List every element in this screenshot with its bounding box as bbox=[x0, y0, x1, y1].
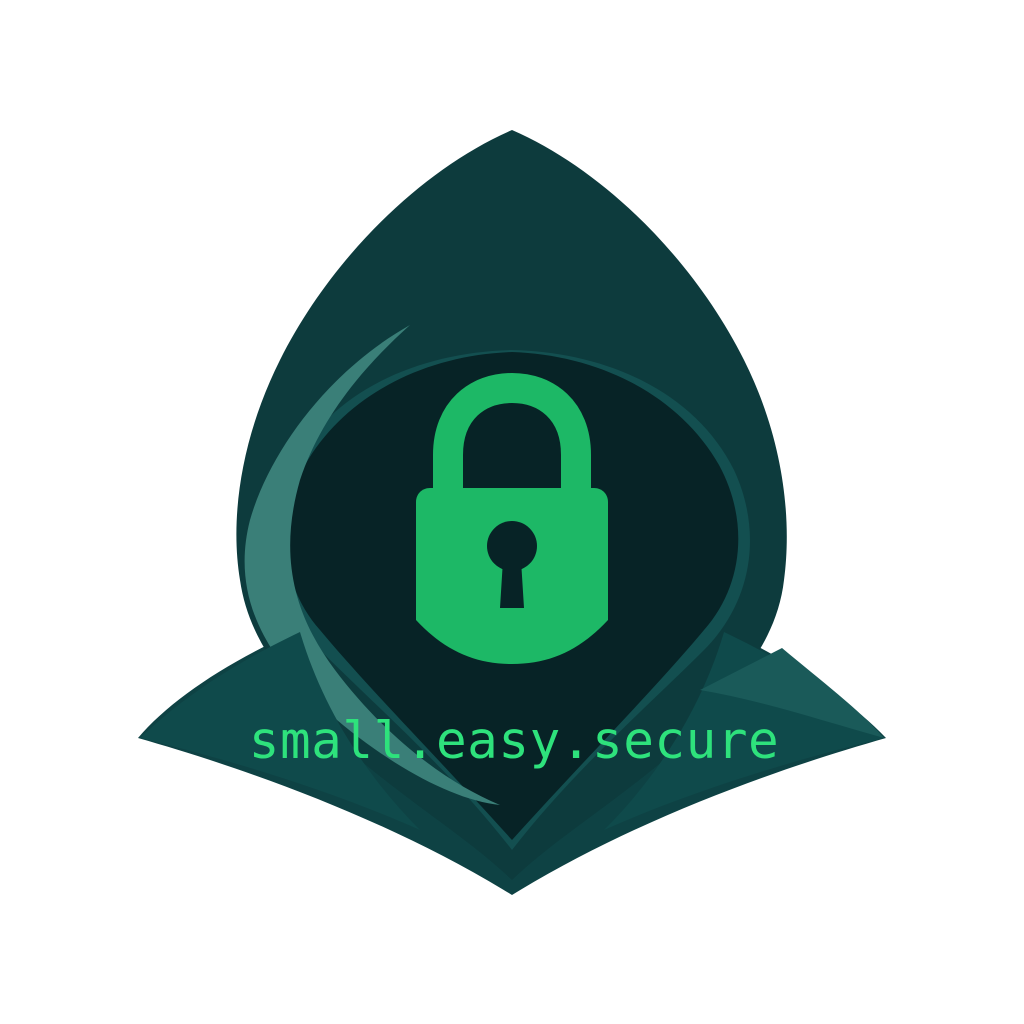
keyhole-slot bbox=[500, 560, 524, 608]
logo-canvas: small.easy.secure bbox=[0, 0, 1024, 1024]
hooded-figure-logo: small.easy.secure bbox=[138, 130, 886, 895]
logo-tagline: small.easy.secure bbox=[249, 712, 779, 771]
